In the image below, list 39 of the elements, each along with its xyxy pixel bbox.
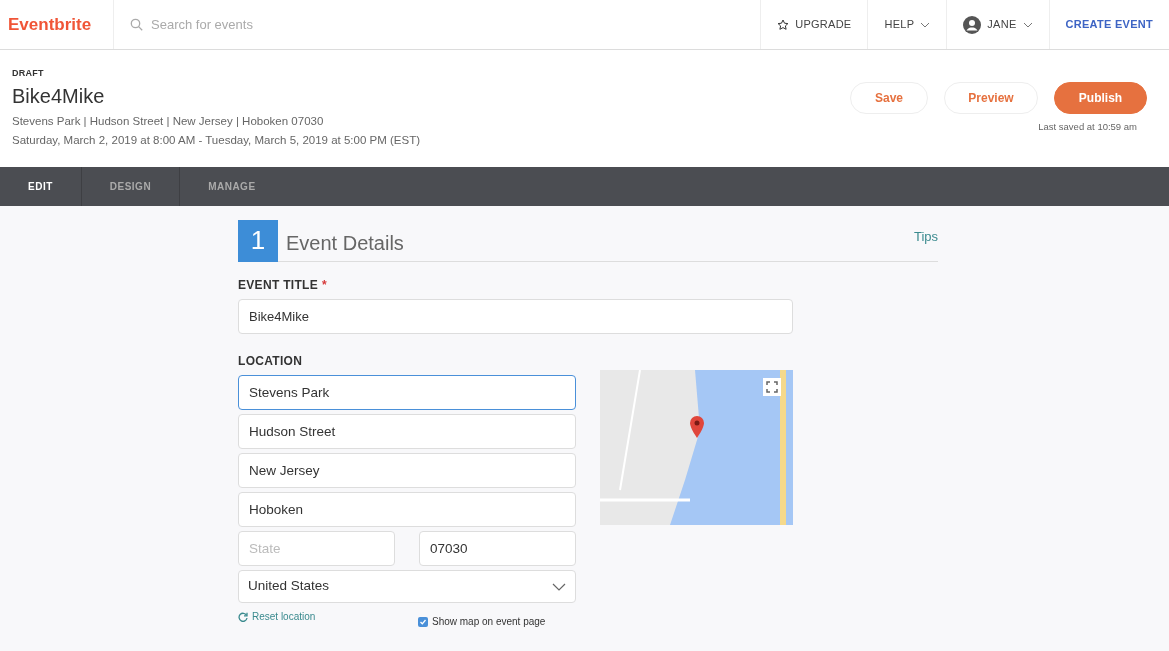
state-field[interactable]: State: [238, 531, 395, 566]
event-title: Bike4Mike: [12, 83, 106, 109]
help-menu[interactable]: HELP: [867, 0, 947, 49]
address-field[interactable]: Hudson Street: [238, 414, 576, 449]
reset-location-link[interactable]: Reset location: [238, 609, 418, 624]
required-mark: *: [322, 277, 327, 294]
caret-icon: [920, 21, 931, 28]
field-label: LOCATION: [238, 353, 304, 370]
tips-link[interactable]: Tips: [913, 226, 938, 247]
search-field[interactable]: Search for events: [151, 14, 761, 35]
search-icon: [130, 18, 143, 31]
caret-icon: [1022, 21, 1033, 28]
user-avatar-icon: [963, 15, 982, 34]
country-select[interactable]: United States: [238, 570, 576, 603]
fullscreen-icon: [763, 378, 781, 396]
star-icon: [777, 18, 790, 31]
event-dates: Saturday, March 2, 2019 at 8:00 AM - Tuesday, March 5, 2019 at 5:00 PM (EST): [12, 132, 421, 148]
event-location: Stevens Park | Hudson Street | New Jersey | Hoboken 07030: [12, 113, 325, 129]
address-field[interactable]: Hoboken: [238, 492, 576, 527]
create-event-link[interactable]: CREATE EVENT: [1048, 0, 1169, 49]
draft-status: DRAFT: [12, 67, 45, 80]
map-pin-icon: [689, 415, 705, 439]
zip-field[interactable]: 07030: [419, 531, 576, 566]
field-label: EVENT TITLE: [238, 277, 318, 294]
nav-tab[interactable]: DESIGN: [80, 167, 180, 206]
step-number: 1: [238, 219, 278, 262]
chevron-down-icon: [552, 582, 566, 591]
event-title-field[interactable]: Bike4Mike: [238, 299, 793, 334]
nav-tab[interactable]: MANAGE: [179, 167, 284, 206]
address-field[interactable]: New Jersey: [238, 453, 576, 488]
section-title: Event Details: [286, 230, 404, 256]
refresh-icon: [238, 611, 248, 622]
last-saved-text: Last saved at 10:59 am: [1038, 120, 1138, 134]
address-field[interactable]: Stevens Park: [238, 375, 576, 410]
nav-tab[interactable]: EDIT: [0, 167, 81, 206]
checkbox[interactable]: [418, 616, 428, 627]
show-map-label: Show map on event page: [432, 615, 546, 629]
user-menu[interactable]: JANE: [946, 0, 1049, 49]
upgrade-button[interactable]: UPGRADE: [760, 0, 868, 49]
